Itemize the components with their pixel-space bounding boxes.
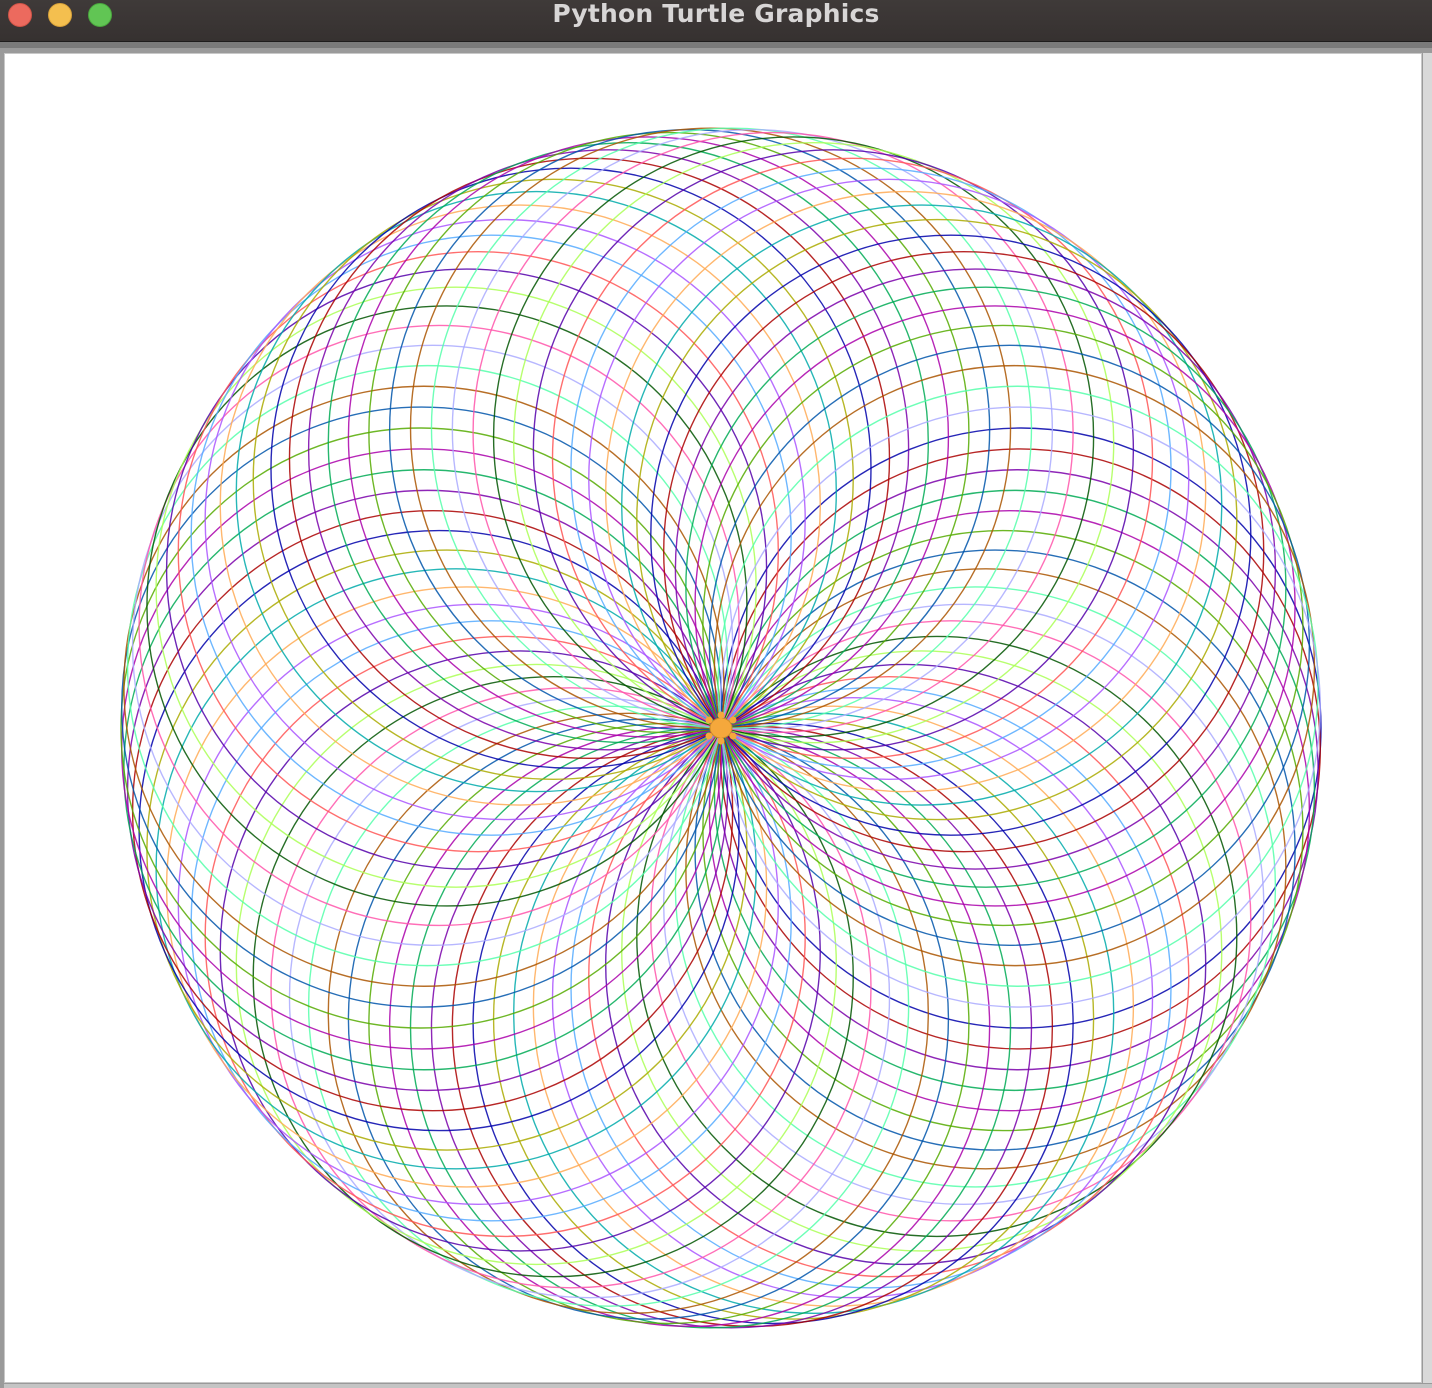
title-bar[interactable]: Python Turtle Graphics: [0, 0, 1432, 42]
window-title: Python Turtle Graphics: [552, 0, 880, 28]
turtle-canvas[interactable]: [4, 53, 1422, 1383]
horizontal-scrollbar[interactable]: [4, 1384, 1432, 1388]
vertical-scrollbar[interactable]: [1423, 53, 1432, 1383]
spirograph-drawing: [120, 127, 1322, 1329]
canvas-frame: [0, 48, 1432, 1388]
turtle-window: Python Turtle Graphics: [0, 0, 1432, 1388]
